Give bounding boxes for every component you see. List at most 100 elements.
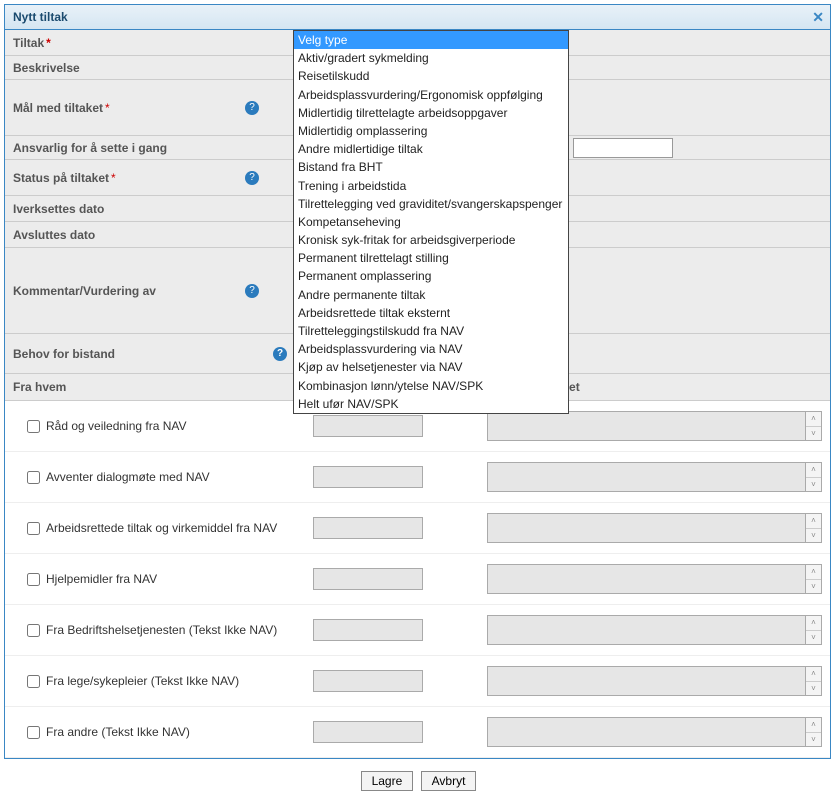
beskriv-textarea[interactable] — [487, 564, 806, 594]
bistand-label: Hjelpemidler fra NAV — [46, 572, 157, 586]
label-ansvarlig: Ansvarlig for å sette i gang — [13, 141, 167, 155]
chevron-down-icon[interactable]: ˅ — [806, 529, 821, 543]
utdyp-input[interactable] — [313, 517, 423, 539]
chevron-up-icon[interactable]: ˄ — [806, 565, 821, 580]
close-icon[interactable]: ✕ — [812, 9, 824, 26]
spinner: ˄˅ — [806, 513, 822, 543]
bistand-row: Fra Bedriftshelsetjenesten (Tekst Ikke N… — [5, 605, 830, 656]
chevron-up-icon[interactable]: ˄ — [806, 718, 821, 733]
required-marker: * — [105, 101, 110, 115]
dropdown-option[interactable]: Arbeidsplassvurdering/Ergonomisk oppfølg… — [294, 86, 568, 104]
beskriv-textarea[interactable] — [487, 615, 806, 645]
label-status: Status på tiltaket — [13, 171, 109, 185]
bistand-label: Fra andre (Tekst Ikke NAV) — [46, 725, 190, 739]
utdyp-input[interactable] — [313, 670, 423, 692]
label-kommentar: Kommentar/Vurdering av — [13, 284, 156, 298]
chevron-down-icon[interactable]: ˅ — [806, 478, 821, 492]
bistand-checkbox[interactable] — [27, 420, 40, 433]
spinner: ˄˅ — [806, 411, 822, 441]
cancel-button[interactable]: Avbryt — [421, 771, 477, 791]
dialog-title: Nytt tiltak — [13, 10, 68, 24]
ansvarlig-input[interactable] — [573, 138, 673, 158]
label-beskrivelse: Beskrivelse — [13, 61, 80, 75]
dropdown-option[interactable]: Arbeidsrettede tiltak eksternt — [294, 304, 568, 322]
bistand-row: Fra lege/sykepleier (Tekst Ikke NAV) ˄˅ — [5, 656, 830, 707]
bistand-checkbox[interactable] — [27, 471, 40, 484]
bistand-row: Fra andre (Tekst Ikke NAV) ˄˅ — [5, 707, 830, 758]
tiltak-dropdown[interactable]: Velg typeAktiv/gradert sykmeldingReiseti… — [293, 30, 569, 414]
dropdown-option[interactable]: Bistand fra BHT — [294, 158, 568, 176]
required-marker: * — [46, 36, 51, 50]
utdyp-input[interactable] — [313, 568, 423, 590]
beskriv-textarea[interactable] — [487, 411, 806, 441]
bistand-label: Fra lege/sykepleier (Tekst Ikke NAV) — [46, 674, 239, 688]
dropdown-option[interactable]: Trening i arbeidstida — [294, 177, 568, 195]
spinner: ˄˅ — [806, 717, 822, 747]
dropdown-option[interactable]: Kronisk syk-fritak for arbeidsgiverperio… — [294, 231, 568, 249]
dropdown-option[interactable]: Helt ufør NAV/SPK — [294, 395, 568, 413]
chevron-up-icon[interactable]: ˄ — [806, 616, 821, 631]
chevron-down-icon[interactable]: ˅ — [806, 427, 821, 441]
chevron-up-icon[interactable]: ˄ — [806, 667, 821, 682]
bistand-row: Hjelpemidler fra NAV ˄˅ — [5, 554, 830, 605]
utdyp-input[interactable] — [313, 721, 423, 743]
dropdown-option[interactable]: Kombinasjon lønn/ytelse NAV/SPK — [294, 377, 568, 395]
label-tiltak: Tiltak — [13, 36, 44, 50]
bistand-checkbox[interactable] — [27, 624, 40, 637]
dropdown-option[interactable]: Arbeidsplassvurdering via NAV — [294, 340, 568, 358]
chevron-up-icon[interactable]: ˄ — [806, 412, 821, 427]
label-avsluttes: Avsluttes dato — [13, 228, 95, 242]
button-row: Lagre Avbryt — [0, 763, 837, 795]
bistand-checkbox[interactable] — [27, 726, 40, 739]
bistand-row: Arbeidsrettede tiltak og virkemiddel fra… — [5, 503, 830, 554]
chevron-down-icon[interactable]: ˅ — [806, 682, 821, 696]
dropdown-option[interactable]: Andre midlertidige tiltak — [294, 140, 568, 158]
chevron-up-icon[interactable]: ˄ — [806, 514, 821, 529]
spinner: ˄˅ — [806, 615, 822, 645]
beskriv-textarea[interactable] — [487, 462, 806, 492]
dropdown-option[interactable]: Permanent omplassering — [294, 267, 568, 285]
dropdown-option[interactable]: Kjøp av helsetjenester via NAV — [294, 358, 568, 376]
help-icon[interactable]: ? — [245, 101, 259, 115]
utdyp-input[interactable] — [313, 619, 423, 641]
beskriv-textarea[interactable] — [487, 666, 806, 696]
help-icon[interactable]: ? — [273, 347, 287, 361]
bistand-row: Avventer dialogmøte med NAV ˄˅ — [5, 452, 830, 503]
spinner: ˄˅ — [806, 666, 822, 696]
dropdown-option[interactable]: Permanent tilrettelagt stilling — [294, 249, 568, 267]
utdyp-input[interactable] — [313, 415, 423, 437]
beskriv-textarea[interactable] — [487, 717, 806, 747]
bistand-label: Avventer dialogmøte med NAV — [46, 470, 210, 484]
dropdown-option[interactable]: Midlertidig tilrettelagte arbeidsoppgave… — [294, 104, 568, 122]
help-icon[interactable]: ? — [245, 284, 259, 298]
chevron-down-icon[interactable]: ˅ — [806, 631, 821, 645]
dialog: Nytt tiltak ✕ Tiltak* Beskrivelse Mål me… — [4, 4, 831, 759]
dropdown-option[interactable]: Reisetilskudd — [294, 67, 568, 85]
beskriv-textarea[interactable] — [487, 513, 806, 543]
dropdown-option[interactable]: Tilrettelegging ved graviditet/svangersk… — [294, 195, 568, 213]
dropdown-option[interactable]: Velg type — [294, 31, 568, 49]
bistand-checkbox[interactable] — [27, 675, 40, 688]
save-button[interactable]: Lagre — [361, 771, 414, 791]
dropdown-option[interactable]: Aktiv/gradert sykmelding — [294, 49, 568, 67]
dropdown-option[interactable]: Andre permanente tiltak — [294, 286, 568, 304]
required-marker: * — [111, 171, 116, 185]
form-area: Tiltak* Beskrivelse Mål med tiltaket* ? … — [5, 30, 830, 758]
label-iverksettes: Iverksettes dato — [13, 202, 104, 216]
dropdown-option[interactable]: Tilretteleggingstilskudd fra NAV — [294, 322, 568, 340]
utdyp-input[interactable] — [313, 466, 423, 488]
label-behov: Behov for bistand — [13, 347, 115, 361]
bistand-label: Fra Bedriftshelsetjenesten (Tekst Ikke N… — [46, 623, 277, 637]
bistand-label: Arbeidsrettede tiltak og virkemiddel fra… — [46, 521, 277, 535]
bistand-checkbox[interactable] — [27, 522, 40, 535]
chevron-down-icon[interactable]: ˅ — [806, 733, 821, 747]
chevron-down-icon[interactable]: ˅ — [806, 580, 821, 594]
bistand-checkbox[interactable] — [27, 573, 40, 586]
col-fra-hvem: Fra hvem — [5, 374, 305, 400]
help-icon[interactable]: ? — [245, 171, 259, 185]
chevron-up-icon[interactable]: ˄ — [806, 463, 821, 478]
dropdown-option[interactable]: Kompetanseheving — [294, 213, 568, 231]
dropdown-option[interactable]: Midlertidig omplassering — [294, 122, 568, 140]
spinner: ˄˅ — [806, 462, 822, 492]
label-mal: Mål med tiltaket — [13, 101, 103, 115]
